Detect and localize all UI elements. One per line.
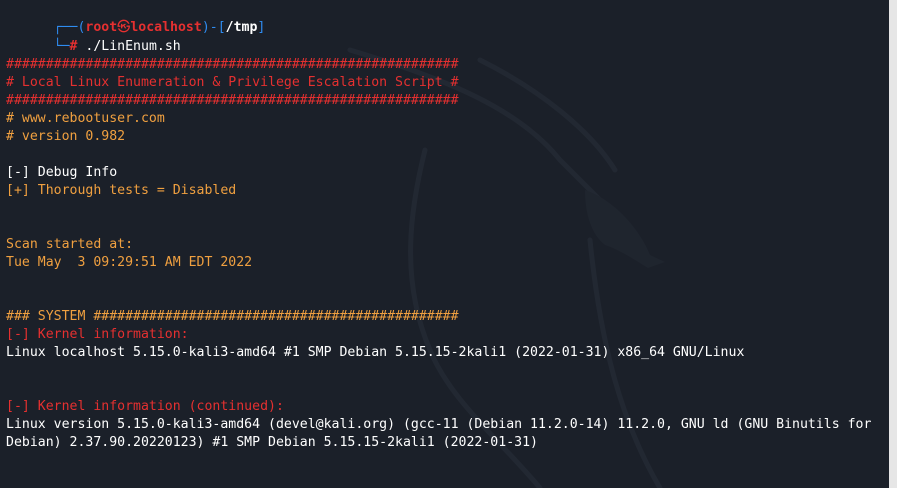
banner-hash-line-bottom: ########################################…: [6, 93, 459, 108]
kernel-info-continued-label: [-] Kernel information (continued):: [6, 399, 284, 414]
debug-info-line: [-] Debug Info: [6, 165, 118, 180]
scan-started-time: Tue May 3 09:29:51 AM EDT 2022: [6, 255, 253, 270]
prompt-path: /tmp: [225, 20, 258, 35]
prompt-line-2: └─# ./LinEnum.sh: [6, 20, 181, 54]
scrollbar[interactable]: [886, 0, 897, 488]
banner-title: # Local Linux Enumeration & Privilege Es…: [6, 75, 459, 90]
scan-started-label: Scan started at:: [6, 237, 134, 252]
scrollbar-thumb[interactable]: [889, 0, 897, 488]
banner-version: # version 0.982: [6, 129, 126, 144]
banner-website: # www.rebootuser.com: [6, 111, 165, 126]
prompt-path-close: ]: [257, 20, 266, 35]
command-text: ./LinEnum.sh: [77, 39, 181, 54]
system-section-header: ### SYSTEM #############################…: [6, 309, 459, 324]
prompt-corner-bottom: └─: [53, 39, 70, 54]
kernel-info-continued-value-2: Debian) 2.37.90.20220123) #1 SMP Debian …: [6, 435, 538, 450]
kernel-info-value: Linux localhost 5.15.0-kali3-amd64 #1 SM…: [6, 345, 745, 360]
kernel-info-continued-value-1: Linux version 5.15.0-kali3-amd64 (devel@…: [6, 417, 872, 432]
banner-hash-line-top: ########################################…: [6, 57, 459, 72]
terminal-window[interactable]: ┌──(root㉿localhost)-[/tmp] └─# ./LinEnum…: [0, 0, 897, 488]
prompt-line-1: ┌──(root㉿localhost)-[/tmp]: [6, 1, 266, 35]
kernel-info-label: [-] Kernel information:: [6, 327, 189, 342]
prompt-path-open: )-[: [201, 20, 226, 35]
thorough-tests-line: [+] Thorough tests = Disabled: [6, 183, 237, 198]
